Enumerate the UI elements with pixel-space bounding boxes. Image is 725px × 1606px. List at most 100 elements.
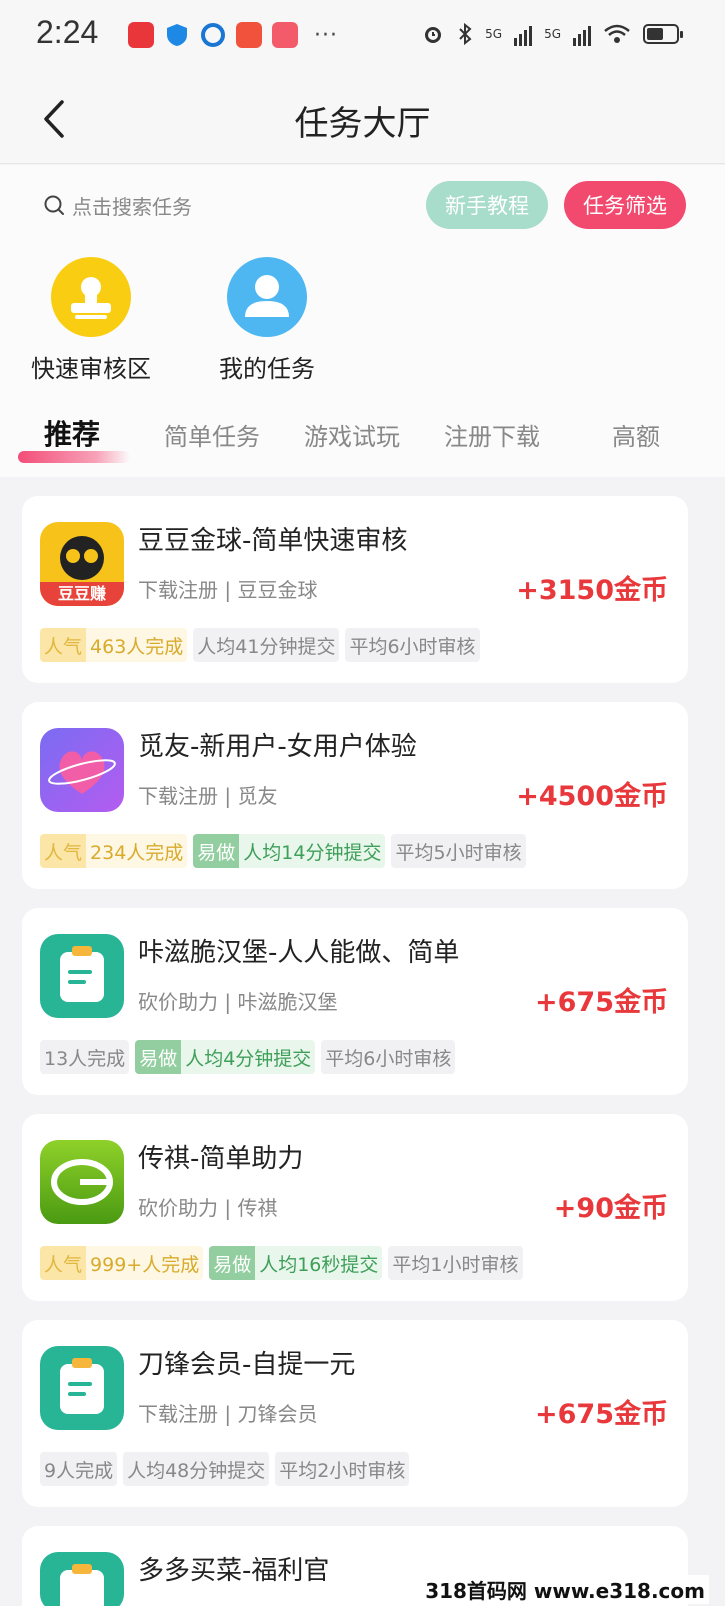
bluetooth-icon [459, 22, 472, 46]
clipboard-app-icon [40, 934, 124, 1018]
shield-icon [167, 24, 187, 46]
tag-head: 人气 [40, 628, 87, 662]
task-reward: +90金币 [553, 1193, 668, 1224]
doudou-app-icon-text: 豆豆赚 [57, 584, 106, 603]
heart-app-icon [40, 728, 124, 812]
task-title: 豆豆金球-简单快速审核 [138, 526, 408, 556]
stamp-icon [51, 257, 131, 337]
popularity-tag: 人气 463人完成 [40, 628, 188, 662]
tag-body: 13人完成 [40, 1040, 130, 1074]
task-tags: 13人完成 易做 人均4分钟提交 平均6小时审核 [40, 1040, 456, 1074]
task-reward: +675金币 [535, 1399, 668, 1430]
search-input[interactable]: 点击搜索任务 [42, 185, 192, 225]
completed-count-tag: 13人完成 [40, 1040, 130, 1074]
trumpchi-app-icon [40, 1140, 124, 1224]
network-5g-label-2: 5G [544, 27, 561, 41]
task-card[interactable]: 咔滋脆汉堡-人人能做、简单 砍价助力 | 咔滋脆汉堡 +675金币 13人完成 … [22, 908, 688, 1095]
task-subtitle: 砍价助力 | 传祺 [138, 1196, 278, 1220]
header: 任务大厅 [0, 76, 725, 164]
tag-body: 平均6小时审核 [345, 628, 480, 662]
quick-review-label: 快速审核区 [31, 355, 151, 383]
task-tags: 人气 234人完成 易做 人均14分钟提交 平均5小时审核 [40, 834, 526, 868]
status-time: 2:24 [36, 14, 99, 50]
task-subtitle: 下载注册 | 刀锋会员 [138, 1402, 318, 1426]
review-time-tag: 平均2小时审核 [275, 1452, 410, 1486]
popularity-tag: 人气 234人完成 [40, 834, 188, 868]
search-placeholder: 点击搜索任务 [72, 194, 192, 219]
task-subtitle: 下载注册 | 豆豆金球 [138, 578, 318, 602]
popularity-tag: 人气 999+人完成 [40, 1246, 204, 1280]
tag-body: 平均1小时审核 [388, 1246, 523, 1280]
tag-body: 人均41分钟提交 [193, 628, 340, 662]
user-icon [227, 257, 307, 337]
watermark: 318首码网 www.e318.com [421, 1575, 709, 1604]
task-title: 传祺-简单助力 [138, 1144, 304, 1174]
tab-register-download[interactable]: 注册下载 [444, 417, 540, 452]
task-subtitle: 砍价助力 | 咔滋脆汉堡 [138, 990, 338, 1014]
tag-head: 人气 [40, 834, 87, 868]
status-notification-icons: ··· [128, 22, 338, 48]
doudou-app-icon: 豆豆赚 [40, 522, 124, 606]
tag-body: 234人完成 [86, 834, 188, 868]
news-app-icon [236, 22, 262, 48]
review-time-tag: 平均5小时审核 [391, 834, 526, 868]
clipboard-app-icon [40, 1346, 124, 1430]
tag-body: 人均48分钟提交 [123, 1452, 270, 1486]
clipboard-app-icon [40, 1552, 124, 1606]
tag-head: 人气 [40, 1246, 87, 1280]
task-filter-button[interactable]: 任务筛选 [564, 181, 686, 229]
review-time-tag: 平均1小时审核 [388, 1246, 523, 1280]
quick-review-entry[interactable]: 快速审核区 [16, 257, 166, 384]
tag-body: 平均6小时审核 [321, 1040, 456, 1074]
task-reward: +3150金币 [516, 575, 668, 606]
top-panel: 点击搜索任务 新手教程 任务筛选 快速审核区 我的任务 推荐 简单任务 游戏试玩… [0, 165, 725, 477]
tab-simple-tasks[interactable]: 简单任务 [164, 417, 260, 452]
tab-high-reward[interactable]: 高额 [612, 417, 660, 452]
tag-body: 人均16秒提交 [255, 1246, 383, 1280]
category-tabs: 推荐 简单任务 游戏试玩 注册下载 高额 [0, 407, 725, 467]
submit-time-tag: 人均48分钟提交 [123, 1452, 270, 1486]
status-bar: 2:24 ··· 5G 5G [0, 0, 725, 76]
tag-head: 易做 [135, 1040, 182, 1074]
submit-time-tag: 人均41分钟提交 [193, 628, 340, 662]
tag-head: 易做 [193, 834, 240, 868]
shop-app-icon [272, 22, 298, 48]
alarm-icon [425, 27, 442, 43]
wifi-icon [604, 24, 630, 43]
task-tags: 9人完成 人均48分钟提交 平均2小时审核 [40, 1452, 410, 1486]
tag-body: 9人完成 [40, 1452, 118, 1486]
tutorial-button[interactable]: 新手教程 [426, 181, 548, 229]
tag-body: 人均14分钟提交 [239, 834, 386, 868]
easy-tag: 易做 人均4分钟提交 [135, 1040, 316, 1074]
page-title: 任务大厅 [294, 104, 431, 144]
task-title: 觅友-新用户-女用户体验 [138, 732, 417, 762]
task-subtitle: 下载注册 | 觅友 [138, 784, 278, 808]
my-tasks-entry[interactable]: 我的任务 [192, 257, 342, 384]
signal-icon [514, 22, 533, 46]
task-title: 咔滋脆汉堡-人人能做、简单 [138, 938, 460, 968]
network-5g-label: 5G [485, 27, 503, 41]
tab-recommended[interactable]: 推荐 [44, 413, 100, 453]
signal-icon-2 [573, 22, 591, 46]
more-notifications: ··· [314, 22, 338, 48]
review-time-tag: 平均6小时审核 [321, 1040, 456, 1074]
task-card[interactable]: 觅友-新用户-女用户体验 下载注册 | 觅友 +4500金币 人气 234人完成 … [22, 702, 688, 889]
tag-body: 463人完成 [86, 628, 188, 662]
task-reward: +4500金币 [516, 781, 668, 812]
tag-body: 平均5小时审核 [391, 834, 526, 868]
task-tags: 人气 463人完成 人均41分钟提交 平均6小时审核 [40, 628, 480, 662]
easy-tag: 易做 人均14分钟提交 [193, 834, 386, 868]
tab-game-trial[interactable]: 游戏试玩 [304, 417, 400, 452]
task-reward: +675金币 [535, 987, 668, 1018]
my-tasks-label: 我的任务 [219, 355, 315, 383]
task-card[interactable]: 刀锋会员-自提一元 下载注册 | 刀锋会员 +675金币 9人完成 人均48分钟… [22, 1320, 688, 1507]
tag-body: 平均2小时审核 [275, 1452, 410, 1486]
task-card[interactable]: 传祺-简单助力 砍价助力 | 传祺 +90金币 人气 999+人完成 易做 人均16… [22, 1114, 688, 1301]
task-card[interactable]: 豆豆赚 豆豆金球-简单快速审核 下载注册 | 豆豆金球 +3150金币 人气 46… [22, 496, 688, 683]
review-time-tag: 平均6小时审核 [345, 628, 480, 662]
app-notification-icon [128, 22, 154, 48]
tag-head: 易做 [209, 1246, 256, 1280]
task-title: 多多买菜-福利官 [138, 1556, 330, 1586]
completed-count-tag: 9人完成 [40, 1452, 118, 1486]
task-title: 刀锋会员-自提一元 [138, 1350, 356, 1380]
